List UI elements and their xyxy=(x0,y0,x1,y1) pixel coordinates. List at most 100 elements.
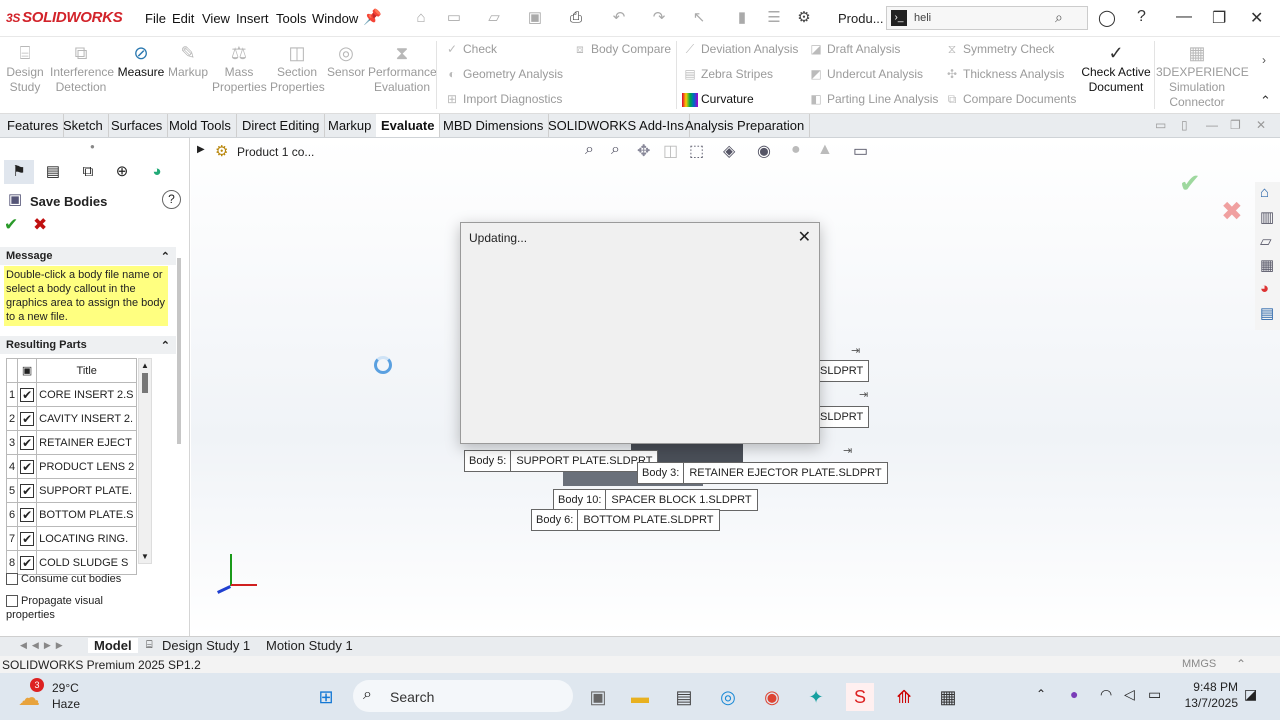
check-active-document-button[interactable]: ✓ Check Active Document xyxy=(1080,42,1152,95)
configuration-manager-tab-icon[interactable]: ⧉ xyxy=(73,160,103,184)
windows-start-icon[interactable]: ⊞ xyxy=(312,683,340,711)
interference-detection-button[interactable]: ⧉ Interference Detection xyxy=(50,42,114,95)
propagate-visual-option[interactable]: Propagate visual properties xyxy=(6,594,116,622)
section-properties-button[interactable]: ◫ Section Properties xyxy=(270,42,325,95)
geometry-analysis-button[interactable]: ◐ Geometry Analysis xyxy=(444,67,563,81)
curvature-button[interactable]: Curvature xyxy=(682,92,754,107)
mass-properties-button[interactable]: ⚖ Mass Properties xyxy=(212,42,267,95)
battery-icon[interactable]: ▭ xyxy=(1148,686,1161,703)
body-callout[interactable]: Body 6: BOTTOM PLATE.SLDPRT xyxy=(531,509,720,531)
check-button[interactable]: ✓ Check xyxy=(444,42,497,56)
print-icon[interactable]: ⎙ xyxy=(567,9,585,27)
body-compare-button[interactable]: ⧈ Body Compare xyxy=(572,42,671,57)
table-row[interactable]: 5 ✔ SUPPORT PLATE. xyxy=(5,478,138,503)
clock-time[interactable]: 9:48 PM xyxy=(1188,680,1238,694)
body-callout[interactable]: Body 10: SPACER BLOCK 1.SLDPRT xyxy=(553,489,758,511)
collapse-icon[interactable]: ⌃ xyxy=(161,339,170,352)
consume-cut-bodies-option[interactable]: Consume cut bodies xyxy=(6,573,121,586)
units-dropdown-icon[interactable]: ⌃ xyxy=(1236,657,1246,671)
tab-direct-editing[interactable]: Direct Editing xyxy=(237,114,326,137)
task-view-icon[interactable]: ▣ xyxy=(584,683,612,711)
clock-date[interactable]: 13/7/2025 xyxy=(1172,696,1238,710)
sensor-button[interactable]: ◎ Sensor xyxy=(326,42,366,80)
part-title[interactable]: CORE INSERT 2.S xyxy=(36,382,138,407)
notifications-icon[interactable]: ◪ xyxy=(1244,686,1257,703)
compare-documents-button[interactable]: ⧉ Compare Documents xyxy=(944,92,1077,107)
tab-mold-tools[interactable]: Mold Tools xyxy=(164,114,237,137)
search-icon[interactable]: ⌕ xyxy=(1055,9,1063,26)
display-manager-tab-icon[interactable]: ◕ xyxy=(142,160,172,184)
feature-manager-tab-icon[interactable]: ⚑ xyxy=(4,160,34,184)
checkbox[interactable]: ✔ xyxy=(20,507,35,522)
table-scrollbar[interactable]: ▲ ▼ xyxy=(138,358,152,564)
new-document-icon[interactable]: ▭ xyxy=(445,9,463,27)
microphone-icon[interactable]: ● xyxy=(1070,686,1078,702)
tree-root-label[interactable]: Product 1 co... xyxy=(237,145,314,159)
callout-pin-icon[interactable]: ⇥ xyxy=(851,344,860,357)
open-icon[interactable]: ▱ xyxy=(485,9,503,27)
tab-mbd-dimensions[interactable]: MBD Dimensions xyxy=(438,114,550,137)
search-box[interactable]: ›_ heli ⌕ xyxy=(886,6,1088,30)
pin-icon[interactable]: 📌 xyxy=(363,9,382,27)
pane-grip-icon[interactable]: ● xyxy=(90,142,95,151)
menu-edit[interactable]: Edit xyxy=(172,11,194,26)
draft-analysis-button[interactable]: ◪ Draft Analysis xyxy=(808,42,900,56)
markup-button[interactable]: ✎ Markup xyxy=(166,42,210,80)
tab-markup[interactable]: Markup xyxy=(323,114,378,137)
table-row[interactable]: 8 ✔ COLD SLUDGE S xyxy=(5,550,138,575)
doc-restore-icon[interactable]: ❐ xyxy=(1230,118,1241,132)
save-icon[interactable]: ▣ xyxy=(526,9,544,27)
checkbox[interactable]: ✔ xyxy=(20,411,35,426)
zoom-area-icon[interactable]: ⌕ xyxy=(611,141,620,159)
checkbox[interactable]: ✔ xyxy=(20,555,35,570)
tab-solidworks-add-ins[interactable]: SOLIDWORKS Add-Ins xyxy=(543,114,690,137)
table-row[interactable]: 2 ✔ CAVITY INSERT 2. xyxy=(5,406,138,431)
undercut-analysis-button[interactable]: ◩ Undercut Analysis xyxy=(808,67,923,81)
view-palette-icon[interactable]: ▦ xyxy=(1260,256,1274,274)
simulation-connector-button[interactable]: ▦ 3DEXPERIENCE Simulation Connector xyxy=(1156,42,1249,110)
part-title[interactable]: RETAINER EJECT xyxy=(36,430,138,455)
part-title[interactable]: CAVITY INSERT 2. xyxy=(36,406,138,431)
part-title[interactable]: SUPPORT PLATE. xyxy=(36,478,138,503)
table-row[interactable]: 6 ✔ BOTTOM PLATE.S xyxy=(5,502,138,527)
symmetry-check-button[interactable]: ⧖ Symmetry Check xyxy=(944,42,1055,57)
tab-evaluate[interactable]: Evaluate xyxy=(376,114,441,137)
title-column-header[interactable]: Title xyxy=(36,358,138,383)
volume-icon[interactable]: ◁ xyxy=(1124,686,1135,703)
message-section-header[interactable]: Message ⌃ xyxy=(0,247,176,265)
scroll-up-icon[interactable]: ▲ xyxy=(141,361,149,370)
zoom-to-fit-icon[interactable]: ⌕ xyxy=(585,141,594,159)
checkbox[interactable]: ✔ xyxy=(20,435,35,450)
resulting-parts-header[interactable]: Resulting Parts ⌃ xyxy=(0,336,176,354)
home-icon[interactable]: ⌂ xyxy=(412,9,430,27)
callout-pin-icon[interactable]: ⇥ xyxy=(859,388,868,401)
solidworks-logo[interactable]: 3S SOLIDWORKS xyxy=(6,9,123,26)
hide-show-icon[interactable]: ◉ xyxy=(757,141,771,161)
table-row[interactable]: 3 ✔ RETAINER EJECT xyxy=(5,430,138,455)
ok-button[interactable]: ✔ xyxy=(4,215,24,235)
scroll-down-icon[interactable]: ▼ xyxy=(141,552,149,561)
ribbon-more-icon[interactable]: › xyxy=(1262,53,1266,67)
redo-icon[interactable]: ↷ xyxy=(650,9,668,27)
tab-model[interactable]: Model xyxy=(88,638,138,653)
table-row[interactable]: 1 ✔ CORE INSERT 2.S xyxy=(5,382,138,407)
units-label[interactable]: MMGS xyxy=(1182,658,1216,670)
app-icon[interactable]: ✦ xyxy=(802,683,830,711)
split-view-icon[interactable]: ▯ xyxy=(1181,118,1188,132)
tab-features[interactable]: Features xyxy=(2,114,65,137)
tab-analysis-preparation[interactable]: Analysis Preparation xyxy=(680,114,811,137)
taskbar-search[interactable]: ⌕ Search xyxy=(353,680,573,712)
checkbox[interactable]: ✔ xyxy=(20,459,35,474)
part-title[interactable]: PRODUCT LENS 2 xyxy=(36,454,138,479)
help-icon[interactable]: ? xyxy=(1137,8,1146,26)
tab-nav-icon[interactable]: ◀◀▶▶ xyxy=(20,640,68,651)
rebuild-icon[interactable]: ▮ xyxy=(733,9,751,27)
dimxpert-tab-icon[interactable]: ⊕ xyxy=(107,160,137,184)
previous-view-icon[interactable]: ✥ xyxy=(637,141,650,161)
thickness-analysis-button[interactable]: ✣ Thickness Analysis xyxy=(944,67,1064,81)
account-icon[interactable]: ◯ xyxy=(1098,8,1116,28)
checkbox[interactable] xyxy=(6,573,18,586)
tab-surfaces[interactable]: Surfaces xyxy=(106,114,169,137)
confirm-corner-ok-icon[interactable]: ✔ xyxy=(1179,168,1201,199)
app-icon[interactable]: ▦ xyxy=(934,683,962,711)
